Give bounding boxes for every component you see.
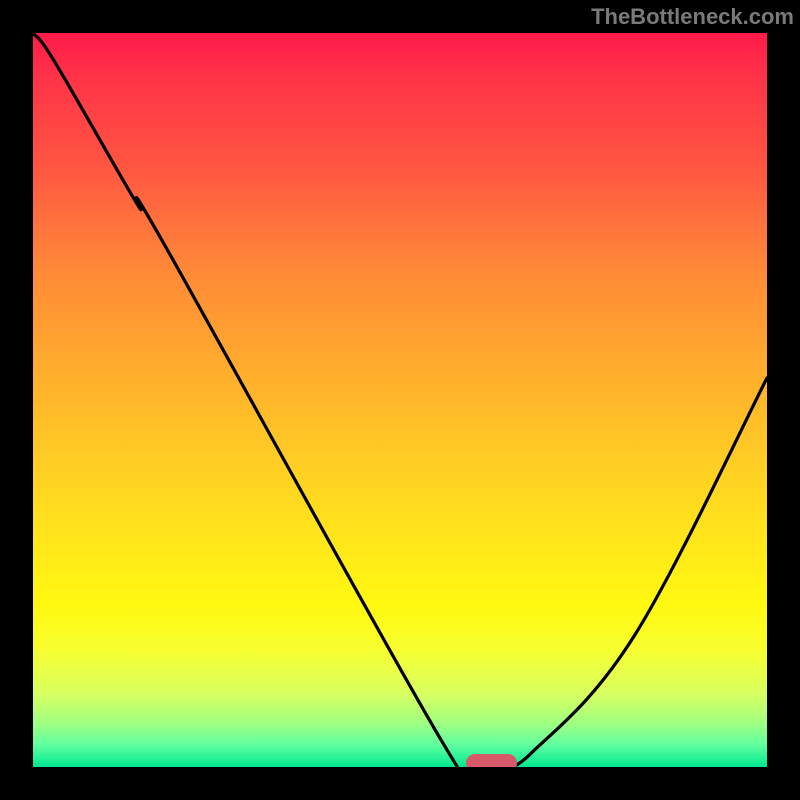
optimal-range-marker [466,754,517,767]
watermark-text: TheBottleneck.com [591,4,794,30]
bottleneck-curve-path [33,33,767,767]
bottleneck-curve-svg [33,33,767,767]
plot-area [33,33,767,767]
chart-container: TheBottleneck.com [0,0,800,800]
